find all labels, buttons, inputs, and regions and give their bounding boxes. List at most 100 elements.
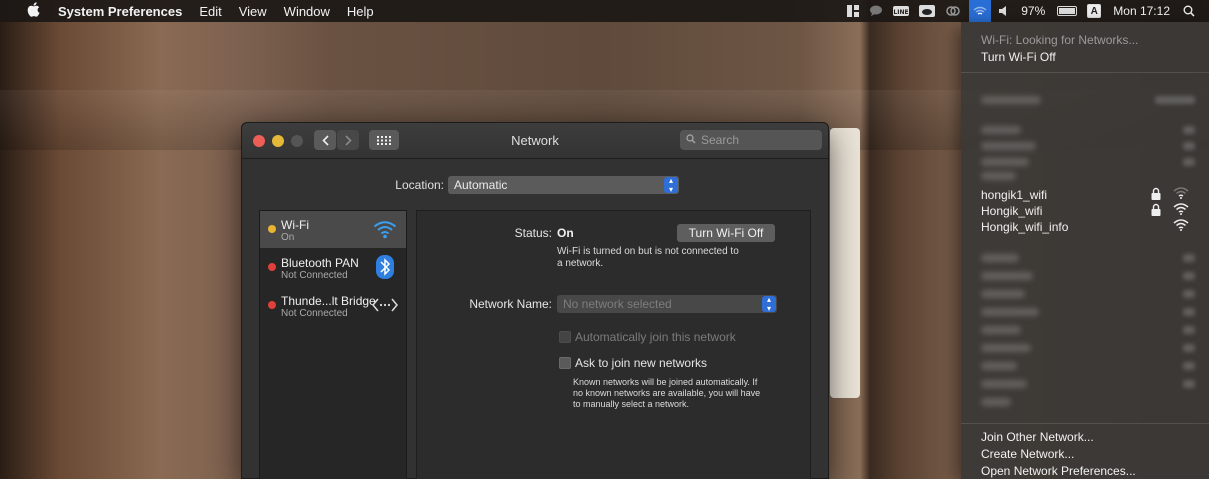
blurred-signal	[1183, 308, 1195, 316]
battery-icon[interactable]	[1057, 0, 1078, 22]
ask-join-note-line-1: Known networks will be joined automatica…	[573, 377, 758, 387]
blurred-signal	[1183, 380, 1195, 388]
network-name: hongik1_wifi	[981, 188, 1048, 202]
bluetooth-icon	[372, 255, 398, 279]
wifi-icon	[372, 217, 398, 241]
creative-cloud-icon[interactable]	[945, 0, 961, 22]
blurred-network-row	[981, 398, 1011, 406]
network-item-hongik1-wifi[interactable]: hongik1_wifi	[981, 187, 1191, 203]
auto-join-label: Automatically join this network	[575, 330, 736, 344]
join-other-network-menu-item[interactable]: Join Other Network...	[981, 430, 1094, 444]
popup-arrows-icon: ▴ ▾	[664, 176, 678, 194]
status-dot	[268, 263, 276, 271]
blurred-signal	[1183, 344, 1195, 352]
clock[interactable]: Mon 17:12	[1113, 4, 1170, 18]
service-item-bluetooth-pan[interactable]: Bluetooth PAN Not Connected	[260, 249, 406, 286]
thunderbolt-bridge-icon	[372, 293, 398, 317]
blurred-network-row	[981, 126, 1021, 134]
blurred-network-row	[981, 344, 1031, 352]
blurred-network-row	[981, 380, 1027, 388]
wifi-dropdown-menu: Wi-Fi: Looking for Networks... Turn Wi-F…	[961, 22, 1209, 479]
blurred-signal	[1183, 126, 1195, 134]
network-item-hongik-wifi[interactable]: Hongik_wifi	[981, 203, 1191, 219]
status-note-line-1: Wi-Fi is turned on but is not connected …	[557, 246, 739, 257]
network-name-popup[interactable]: No network selected ▴ ▾	[557, 295, 777, 313]
turn-wifi-off-button[interactable]: Turn Wi-Fi Off	[677, 224, 775, 242]
network-name: Hongik_wifi	[981, 204, 1043, 218]
wifi-signal-icon	[1173, 219, 1191, 233]
blurred-signal	[1183, 254, 1195, 262]
turn-wifi-off-menu-item[interactable]: Turn Wi-Fi Off	[981, 50, 1056, 64]
wifi-signal-icon	[1173, 203, 1191, 217]
line-app-icon[interactable]: LINE	[893, 0, 910, 22]
cloud-icon[interactable]	[919, 0, 936, 22]
ask-join-label: Ask to join new networks	[575, 356, 708, 370]
search-placeholder: Search	[701, 133, 740, 147]
service-status: On	[281, 232, 295, 243]
blurred-network-row	[981, 272, 1033, 280]
network-name-placeholder: No network selected	[563, 297, 672, 311]
blurred-network-row	[981, 326, 1021, 334]
battery-percentage: 97%	[1021, 4, 1046, 18]
location-popup[interactable]: Automatic ▴ ▾	[448, 176, 679, 194]
status-dot	[268, 301, 276, 309]
menu-help[interactable]: Help	[347, 4, 374, 19]
split-view-icon[interactable]	[847, 0, 860, 22]
service-name: Bluetooth PAN	[281, 256, 359, 270]
blurred-network-row	[981, 254, 1019, 262]
blurred-network-row	[981, 290, 1025, 298]
service-item-thunderbolt-bridge[interactable]: Thunde...lt Bridge Not Connected	[260, 287, 406, 324]
create-network-menu-item[interactable]: Create Network...	[981, 447, 1074, 461]
ask-join-note-line-2: no known networks are available, you wil…	[573, 388, 761, 398]
wifi-status-text: Wi-Fi: Looking for Networks...	[981, 33, 1139, 47]
network-name-label: Network Name:	[469, 297, 552, 311]
blurred-signal	[1183, 158, 1195, 166]
open-network-preferences-menu-item[interactable]: Open Network Preferences...	[981, 464, 1136, 478]
status-label: Status:	[514, 226, 552, 240]
volume-icon[interactable]	[999, 0, 1009, 22]
spotlight-search-icon[interactable]	[1183, 0, 1195, 22]
menu-window[interactable]: Window	[284, 4, 330, 19]
status-dot	[268, 225, 276, 233]
service-status: Not Connected	[281, 308, 348, 319]
search-icon	[686, 133, 696, 147]
service-detail-pane: Status: On Turn Wi-Fi Off Wi-Fi is turne…	[416, 210, 811, 479]
blurred-network-row	[981, 142, 1036, 150]
svg-text:LINE: LINE	[894, 9, 909, 16]
chat-bubble-icon[interactable]	[869, 0, 883, 22]
ask-join-checkbox[interactable]	[559, 357, 571, 369]
popup-arrows-icon: ▴ ▾	[762, 295, 776, 313]
network-preferences-window: Network Search Location: Automatic ▴ ▾ Wi…	[241, 122, 829, 479]
blurred-signal	[1155, 96, 1195, 104]
location-row: Location: Automatic ▴ ▾	[242, 175, 828, 195]
wifi-menu-icon[interactable]	[969, 0, 992, 22]
blurred-signal	[1183, 290, 1195, 298]
service-list: Wi-Fi On Bluetooth PAN Not Connected Thu…	[259, 210, 407, 479]
blurred-signal	[1183, 272, 1195, 280]
blurred-network-row	[981, 308, 1039, 316]
location-label: Location:	[395, 178, 444, 192]
search-field[interactable]: Search	[680, 130, 822, 150]
wifi-signal-icon	[1173, 187, 1191, 201]
service-status: Not Connected	[281, 270, 348, 281]
blurred-signal	[1183, 142, 1195, 150]
menu-view[interactable]: View	[239, 4, 267, 19]
network-item-hongik-wifi-info[interactable]: Hongik_wifi_info	[981, 219, 1191, 235]
menu-app-name[interactable]: System Preferences	[58, 4, 182, 19]
lock-icon	[1151, 203, 1163, 217]
location-value: Automatic	[454, 178, 508, 192]
window-titlebar: Network Search	[242, 123, 828, 159]
input-source-icon[interactable]: A	[1087, 0, 1102, 22]
lock-icon	[1151, 187, 1163, 201]
service-item-wifi[interactable]: Wi-Fi On	[260, 211, 406, 248]
blurred-network-row	[981, 172, 1016, 180]
blurred-network-row	[981, 158, 1029, 166]
service-name: Wi-Fi	[281, 218, 309, 232]
apple-menu-icon[interactable]	[24, 2, 42, 20]
auto-join-checkbox[interactable]	[559, 331, 571, 343]
blurred-network-row	[981, 362, 1017, 370]
status-value: On	[557, 226, 574, 240]
ask-join-note-line-3: to manually select a network.	[573, 399, 690, 409]
status-note-line-2: a network.	[557, 258, 604, 269]
menu-edit[interactable]: Edit	[199, 4, 221, 19]
